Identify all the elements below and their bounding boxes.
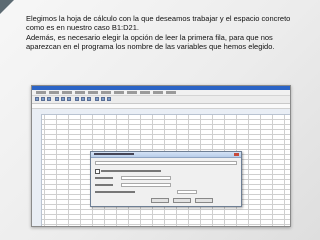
close-icon[interactable]: [234, 153, 239, 156]
accept-button[interactable]: [151, 198, 169, 203]
column-header-row: [32, 109, 290, 115]
dialog-titlebar: [91, 152, 241, 158]
max-width-input[interactable]: [177, 190, 197, 194]
range-input[interactable]: [121, 183, 171, 187]
data-grid: [32, 109, 290, 226]
help-button[interactable]: [195, 198, 213, 203]
worksheet-select[interactable]: [121, 176, 171, 180]
row-header-column: [32, 114, 42, 226]
file-path-field[interactable]: [95, 161, 237, 165]
open-excel-dialog: [90, 151, 242, 207]
read-first-row-label: [101, 170, 161, 172]
slide-corner-arrow: [0, 0, 14, 14]
slide-caption: Elegimos la hoja de cálculo con la que d…: [26, 14, 306, 51]
caption-paragraph-2: Además, es necesario elegir la opción de…: [26, 32, 275, 51]
read-first-row-checkbox[interactable]: [95, 169, 100, 174]
cancel-button[interactable]: [173, 198, 191, 203]
max-width-label: [95, 191, 135, 193]
range-label: [95, 184, 113, 186]
caption-paragraph-1: Elegimos la hoja de cálculo con la que d…: [26, 14, 291, 33]
worksheet-label: [95, 177, 113, 179]
spss-screenshot: [31, 85, 291, 227]
toolbar: [32, 96, 290, 104]
